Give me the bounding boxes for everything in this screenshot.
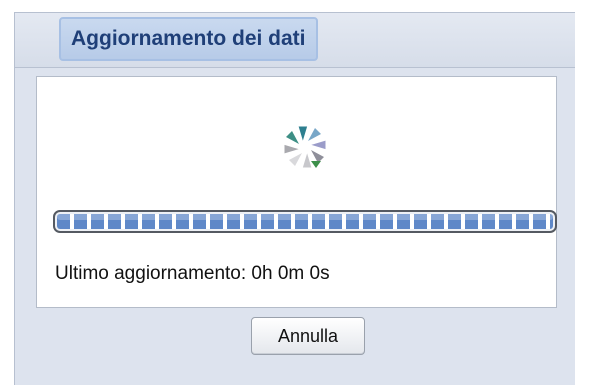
dialog-titlebar: Aggiornamento dei dati [15, 13, 575, 68]
spinner-segment [311, 140, 326, 150]
cancel-button[interactable]: Annulla [251, 317, 365, 355]
spinner-segment [308, 128, 321, 141]
spinner-arrow [311, 161, 321, 168]
dialog-title-tab: Aggiornamento dei dati [59, 17, 318, 61]
update-dialog: Aggiornamento dei dati Ultimo aggiorname… [14, 12, 575, 385]
spinner-segment [284, 144, 299, 154]
progress-bar [53, 210, 557, 233]
spinner-segment [289, 153, 302, 166]
dialog-title: Aggiornamento dei dati [71, 27, 306, 50]
last-update-status: Ultimo aggiornamento: 0h 0m 0s [55, 263, 330, 284]
loading-spinner-icon [284, 126, 326, 168]
progress-panel: Ultimo aggiornamento: 0h 0m 0s [36, 76, 557, 308]
spinner-segment [286, 131, 299, 144]
spinner-segment [298, 126, 308, 141]
